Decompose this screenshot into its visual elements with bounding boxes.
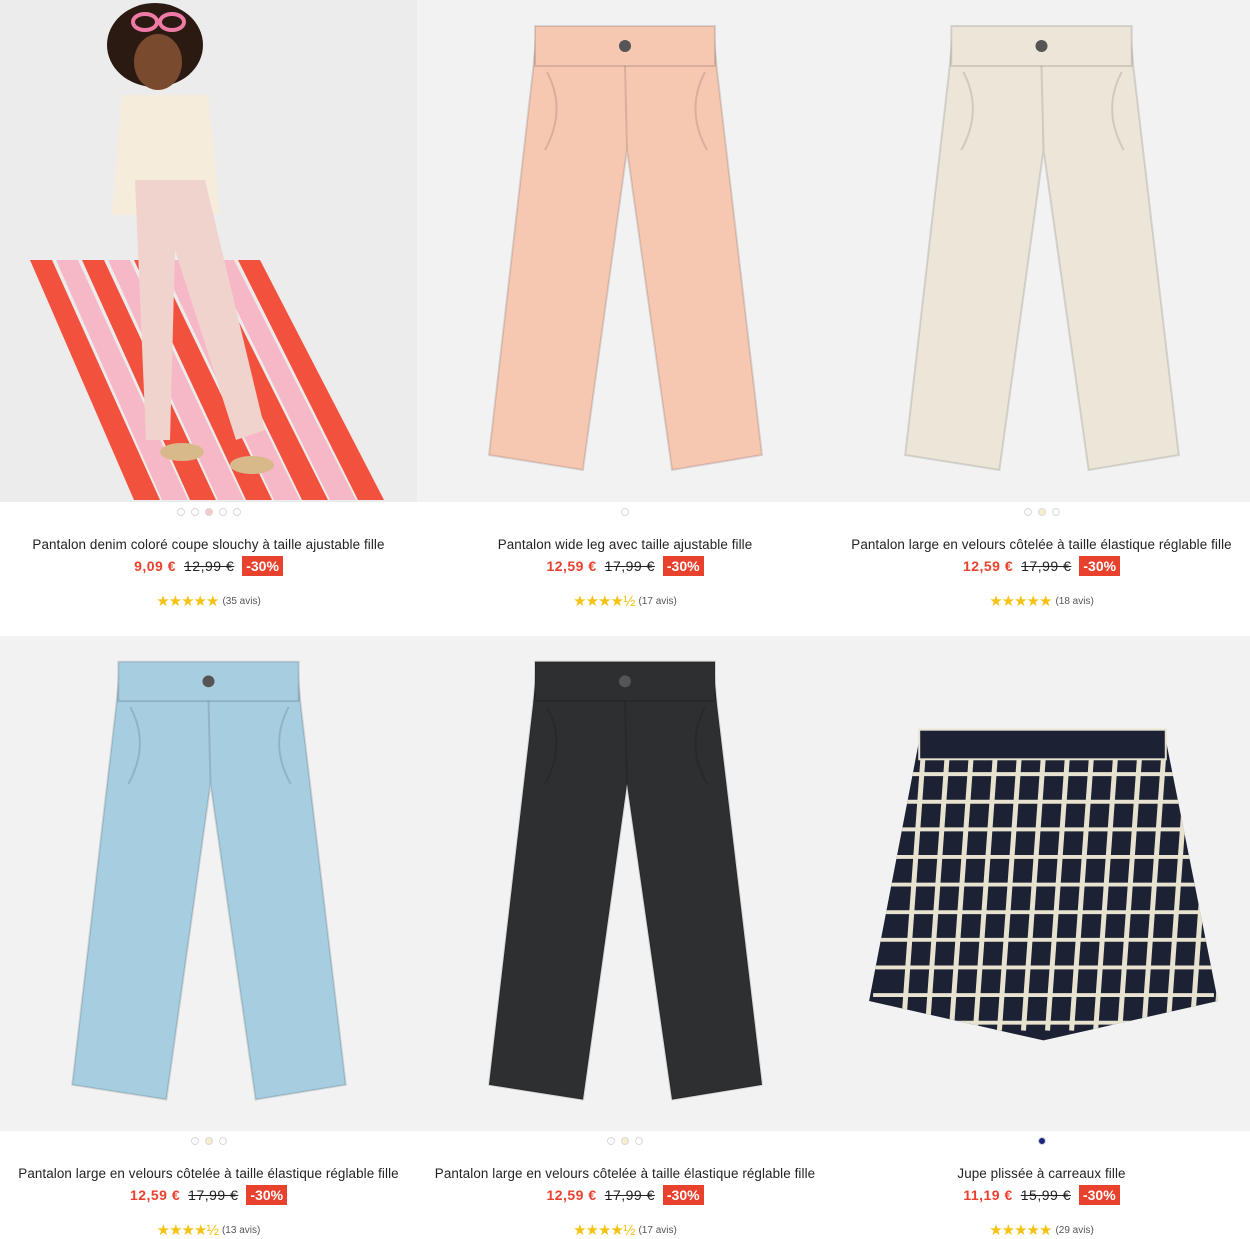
old-price: 17,99 € — [604, 558, 655, 574]
discount-badge: -30% — [242, 556, 283, 576]
old-price: 12,99 € — [184, 558, 235, 574]
review-count[interactable]: (29 avis) — [1055, 1225, 1093, 1236]
image-carousel-dots — [1037, 1134, 1046, 1148]
current-price: 12,59 € — [546, 1187, 597, 1203]
product-title[interactable]: Pantalon large en velours côtelée à tail… — [851, 537, 1231, 552]
carousel-dot[interactable] — [1051, 508, 1060, 516]
product-title[interactable]: Pantalon denim coloré coupe slouchy à ta… — [32, 537, 384, 552]
rating: ★★★★★ (29 avis) — [989, 1221, 1094, 1239]
product-card[interactable]: Pantalon denim coloré coupe slouchy à ta… — [0, 0, 417, 636]
discount-badge: -30% — [246, 1185, 288, 1205]
product-card[interactable]: Pantalon large en velours côtelée à tail… — [833, 0, 1250, 636]
carousel-dot[interactable] — [1023, 508, 1032, 516]
product-title[interactable]: Pantalon wide leg avec taille ajustable … — [498, 537, 753, 552]
carousel-dot[interactable] — [204, 508, 213, 516]
rating: ★★★★½ (17 avis) — [573, 1221, 677, 1239]
product-grid: Pantalon denim coloré coupe slouchy à ta… — [0, 0, 1250, 1239]
product-image[interactable] — [417, 636, 833, 1132]
product-image[interactable] — [417, 0, 833, 502]
star-rating-icon: ★★★★½ — [156, 1222, 219, 1239]
product-image[interactable] — [833, 636, 1250, 1132]
price-row: 9,09 € 12,99 € -30% — [134, 556, 283, 576]
review-count[interactable]: (17 avis) — [638, 1225, 676, 1236]
discount-badge: -30% — [662, 1185, 704, 1205]
carousel-dot[interactable] — [190, 1137, 199, 1146]
product-card[interactable]: Pantalon large en velours côtelée à tail… — [0, 636, 417, 1239]
current-price: 12,59 € — [546, 558, 597, 574]
image-carousel-dots — [190, 1134, 227, 1148]
carousel-dot[interactable] — [204, 1137, 213, 1146]
review-count[interactable]: (35 avis) — [222, 596, 260, 607]
product-card[interactable]: Pantalon wide leg avec taille ajustable … — [417, 0, 833, 636]
price-row: 12,59 € 17,99 € -30% — [129, 1185, 288, 1205]
carousel-dot[interactable] — [190, 508, 199, 516]
review-count[interactable]: (17 avis) — [638, 596, 676, 607]
carousel-dot[interactable] — [232, 508, 241, 516]
product-title[interactable]: Pantalon large en velours côtelée à tail… — [435, 1166, 815, 1181]
current-price: 12,59 € — [962, 558, 1014, 574]
carousel-dot[interactable] — [635, 1137, 643, 1146]
current-price: 11,19 € — [963, 1187, 1013, 1203]
old-price: 17,99 € — [604, 1187, 655, 1203]
image-carousel-dots — [1023, 505, 1060, 519]
carousel-dot[interactable] — [218, 508, 227, 516]
review-count[interactable]: (13 avis) — [222, 1225, 260, 1236]
carousel-dot[interactable] — [1037, 1137, 1046, 1146]
product-title[interactable]: Pantalon large en velours côtelée à tail… — [18, 1166, 398, 1181]
rating: ★★★★★ (18 avis) — [989, 592, 1094, 610]
current-price: 9,09 € — [134, 558, 177, 574]
price-row: 11,19 € 15,99 € -30% — [963, 1185, 1120, 1205]
discount-badge: -30% — [1078, 1185, 1120, 1205]
old-price: 15,99 € — [1020, 1187, 1071, 1203]
old-price: 17,99 € — [1021, 558, 1072, 574]
review-count[interactable]: (18 avis) — [1055, 596, 1093, 607]
old-price: 17,99 € — [188, 1187, 239, 1203]
rating: ★★★★½ (17 avis) — [573, 592, 677, 610]
discount-badge: -30% — [1079, 556, 1121, 576]
product-title[interactable]: Jupe plissée à carreaux fille — [957, 1166, 1125, 1181]
price-row: 12,59 € 17,99 € -30% — [962, 556, 1121, 576]
star-rating-icon: ★★★★★ — [989, 1222, 1052, 1239]
carousel-dot[interactable] — [621, 508, 629, 516]
rating: ★★★★½ (13 avis) — [157, 1221, 261, 1239]
discount-badge: -30% — [662, 556, 704, 576]
product-card[interactable]: Pantalon large en velours côtelée à tail… — [417, 636, 833, 1239]
image-carousel-dots — [621, 505, 629, 519]
product-image[interactable] — [0, 0, 417, 502]
carousel-dot[interactable] — [607, 1137, 615, 1146]
product-image[interactable] — [833, 0, 1250, 502]
star-rating-icon: ★★★★½ — [573, 593, 635, 610]
star-rating-icon: ★★★★★ — [156, 593, 219, 610]
current-price: 12,59 € — [129, 1187, 181, 1203]
price-row: 12,59 € 17,99 € -30% — [546, 556, 704, 576]
image-carousel-dots — [607, 1134, 643, 1148]
carousel-dot[interactable] — [218, 1137, 227, 1146]
carousel-dot[interactable] — [1037, 508, 1046, 516]
product-image[interactable] — [0, 636, 417, 1132]
star-rating-icon: ★★★★½ — [573, 1222, 635, 1239]
carousel-dot[interactable] — [621, 1137, 629, 1146]
image-carousel-dots — [176, 505, 241, 519]
product-card[interactable]: Jupe plissée à carreaux fille 11,19 € 15,9… — [833, 636, 1250, 1239]
price-row: 12,59 € 17,99 € -30% — [546, 1185, 704, 1205]
carousel-dot[interactable] — [176, 508, 185, 516]
rating: ★★★★★ (35 avis) — [156, 592, 261, 610]
star-rating-icon: ★★★★★ — [989, 593, 1052, 610]
